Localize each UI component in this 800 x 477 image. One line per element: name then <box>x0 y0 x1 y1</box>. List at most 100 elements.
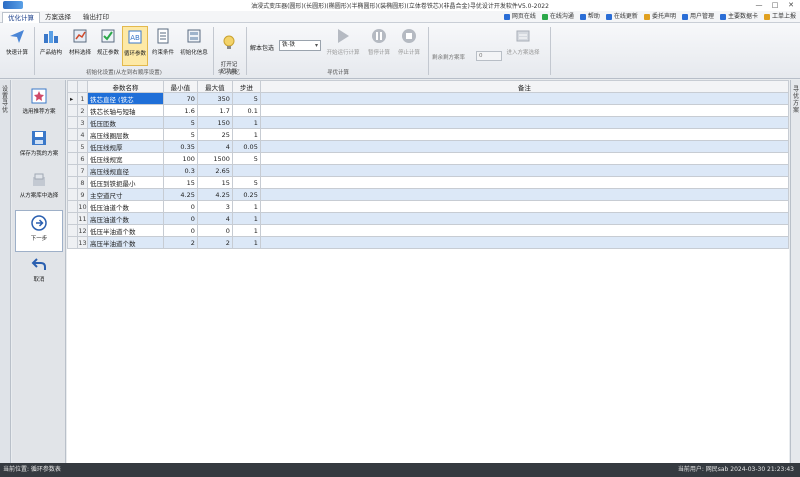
row-indicator[interactable]: ▸ <box>67 92 78 105</box>
param-step-cell[interactable]: 1 <box>231 236 261 249</box>
param-name-cell[interactable]: 高压油道个数 <box>86 212 164 225</box>
table-row[interactable]: 10 低压油道个数 0 3 1 <box>67 200 789 213</box>
param-name-cell[interactable]: 低压半油道个数 <box>86 224 164 237</box>
param-remark-cell[interactable] <box>259 224 789 237</box>
table-row[interactable]: 11 高压油道个数 0 4 1 <box>67 212 789 225</box>
param-remark-cell[interactable] <box>259 164 789 177</box>
quick-link[interactable]: 帮助 <box>579 12 600 22</box>
param-min-cell[interactable]: 100 <box>162 152 198 165</box>
loop-params-button[interactable]: AB 循环参数 <box>122 26 148 66</box>
param-step-cell[interactable]: 0.1 <box>231 104 261 117</box>
init-info-button[interactable]: 初始化信息 <box>177 26 211 66</box>
param-step-cell[interactable]: 1 <box>231 200 261 213</box>
header-min[interactable]: 最小值 <box>162 80 198 93</box>
param-remark-cell[interactable] <box>259 116 789 129</box>
constraints-button[interactable]: 约束条件 <box>149 26 177 66</box>
table-row[interactable]: 7 高压线规直径 0.3 2.65 <box>67 164 789 177</box>
param-name-cell[interactable]: 低压匝数 <box>86 116 164 129</box>
algo-select[interactable]: 铁-铁 ▾ <box>279 40 321 51</box>
row-indicator[interactable] <box>67 212 78 225</box>
quick-link[interactable]: 网页在线 <box>503 12 536 22</box>
param-name-cell[interactable]: 低压线规厚 <box>86 140 164 153</box>
param-max-cell[interactable]: 4 <box>196 140 233 153</box>
param-grid[interactable]: 参数名称 最小值 最大值 步进 备注 ▸ 1 铁芯直径 (铁芯 70 350 5 2 铁芯长轴… <box>67 80 789 463</box>
cancel-button[interactable]: 取消 <box>15 252 63 288</box>
tab-output-print[interactable]: 输出打印 <box>78 12 114 23</box>
param-step-cell[interactable] <box>231 164 261 177</box>
param-min-cell[interactable]: 4.25 <box>162 188 198 201</box>
param-remark-cell[interactable] <box>259 188 789 201</box>
quick-link[interactable]: 在线沟通 <box>541 12 574 22</box>
param-name-cell[interactable]: 主空道尺寸 <box>86 188 164 201</box>
param-max-cell[interactable]: 150 <box>196 116 233 129</box>
param-remark-cell[interactable] <box>259 128 789 141</box>
row-indicator[interactable] <box>67 200 78 213</box>
row-indicator[interactable] <box>67 152 78 165</box>
param-max-cell[interactable]: 25 <box>196 128 233 141</box>
param-max-cell[interactable]: 350 <box>196 92 233 105</box>
param-max-cell[interactable]: 3 <box>196 200 233 213</box>
param-max-cell[interactable]: 0 <box>196 224 233 237</box>
table-row[interactable]: 4 高压线圈层数 5 25 1 <box>67 128 789 141</box>
close-button[interactable]: ✕ <box>784 0 798 10</box>
quick-link[interactable]: 工单上报 <box>763 12 796 22</box>
param-step-cell[interactable]: 1 <box>231 116 261 129</box>
param-max-cell[interactable]: 2.65 <box>196 164 233 177</box>
table-row[interactable]: ▸ 1 铁芯直径 (铁芯 70 350 5 <box>67 92 789 105</box>
quick-link[interactable]: 委托声明 <box>643 12 676 22</box>
param-step-cell[interactable]: 1 <box>231 128 261 141</box>
param-step-cell[interactable]: 5 <box>231 176 261 189</box>
param-min-cell[interactable]: 70 <box>162 92 198 105</box>
maximize-button[interactable]: □ <box>768 0 782 10</box>
param-step-cell[interactable]: 1 <box>231 224 261 237</box>
param-min-cell[interactable]: 15 <box>162 176 198 189</box>
quick-link[interactable]: 用户管理 <box>681 12 714 22</box>
param-max-cell[interactable]: 2 <box>196 236 233 249</box>
param-name-cell[interactable]: 高压线圈层数 <box>86 128 164 141</box>
save-my-scheme-button[interactable]: 保存为我的方案 <box>15 126 63 168</box>
param-remark-cell[interactable] <box>259 212 789 225</box>
tab-scheme-select[interactable]: 方案选择 <box>40 12 76 23</box>
row-indicator[interactable] <box>67 164 78 177</box>
param-remark-cell[interactable] <box>259 200 789 213</box>
param-name-cell[interactable]: 铁芯长轴与短轴 <box>86 104 164 117</box>
quick-link[interactable]: 主要数据卡 <box>719 12 758 22</box>
material-select-button[interactable]: 材料选择 <box>66 26 94 66</box>
header-step[interactable]: 步进 <box>231 80 261 93</box>
param-remark-cell[interactable] <box>259 92 789 105</box>
row-indicator[interactable] <box>67 188 78 201</box>
param-remark-cell[interactable] <box>259 104 789 117</box>
select-from-library-button[interactable]: 从方案库中选择 <box>15 168 63 210</box>
param-min-cell[interactable]: 0 <box>162 224 198 237</box>
table-row[interactable]: 2 铁芯长轴与短轴 1.6 1.7 0.1 <box>67 104 789 117</box>
header-max[interactable]: 最大值 <box>196 80 233 93</box>
correction-params-button[interactable]: 规正参数 <box>94 26 122 66</box>
param-max-cell[interactable]: 4.25 <box>196 188 233 201</box>
param-name-cell[interactable]: 高压半油道个数 <box>86 236 164 249</box>
row-indicator[interactable] <box>67 116 78 129</box>
quick-calc-button[interactable]: 快速计算 <box>2 26 32 66</box>
param-name-cell[interactable]: 低压到铁扼最小 <box>86 176 164 189</box>
memory-button[interactable]: 打开记 忆功能 <box>215 26 243 75</box>
side-tab-scheme[interactable]: 寻优方案 <box>790 80 800 463</box>
param-name-cell[interactable]: 高压线规直径 <box>86 164 164 177</box>
residual-input[interactable]: 0 <box>476 51 502 61</box>
param-remark-cell[interactable] <box>259 152 789 165</box>
row-indicator[interactable] <box>67 224 78 237</box>
param-name-cell[interactable]: 铁芯直径 (铁芯 <box>86 92 164 105</box>
param-min-cell[interactable]: 1.6 <box>162 104 198 117</box>
header-name[interactable]: 参数名称 <box>86 80 164 93</box>
header-remark[interactable]: 备注 <box>259 80 789 93</box>
param-max-cell[interactable]: 1500 <box>196 152 233 165</box>
tab-optimize[interactable]: 优化计算 <box>2 12 40 23</box>
param-step-cell[interactable]: 1 <box>231 212 261 225</box>
param-step-cell[interactable]: 0.05 <box>231 140 261 153</box>
next-step-button[interactable]: 下一步 <box>15 210 63 252</box>
param-min-cell[interactable]: 5 <box>162 128 198 141</box>
table-row[interactable]: 12 低压半油道个数 0 0 1 <box>67 224 789 237</box>
stop-calc-button[interactable]: 停止计算 <box>394 26 424 66</box>
side-tab-setup[interactable]: 设置寻优 <box>0 80 11 463</box>
row-indicator[interactable] <box>67 236 78 249</box>
param-min-cell[interactable]: 0.35 <box>162 140 198 153</box>
param-remark-cell[interactable] <box>259 176 789 189</box>
